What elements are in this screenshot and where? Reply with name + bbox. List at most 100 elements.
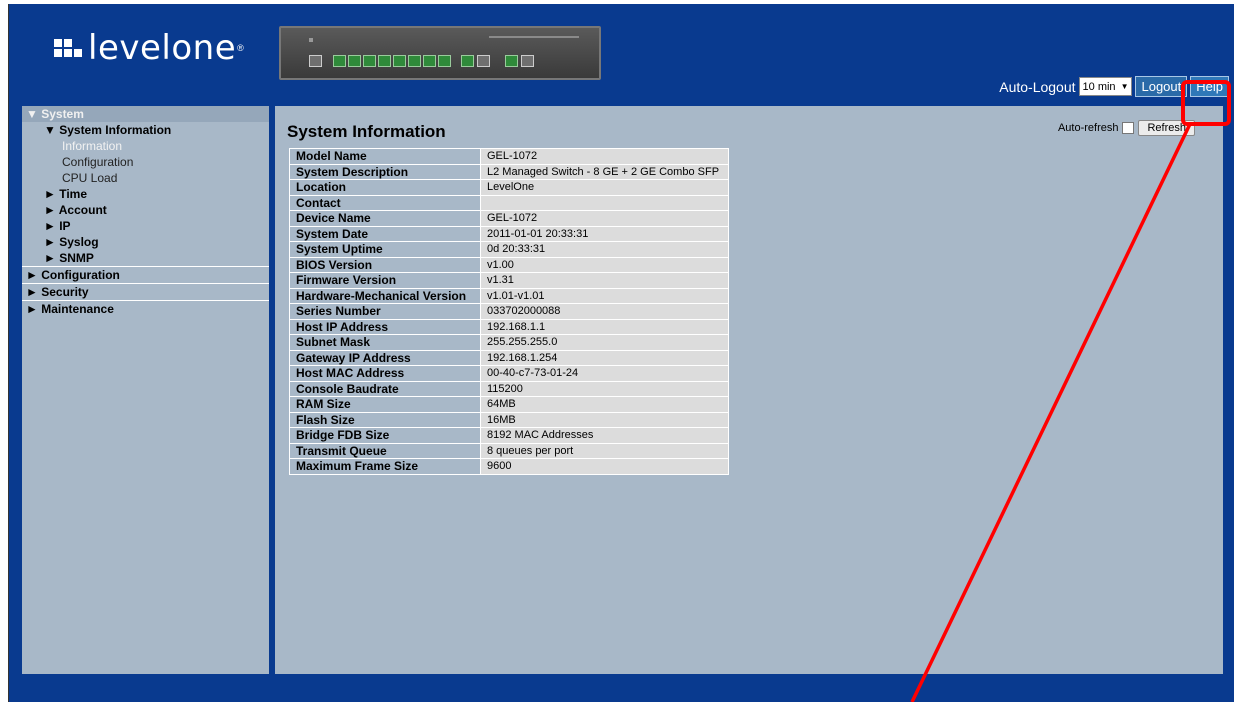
sfp-port	[521, 55, 534, 67]
sidebar-item-account[interactable]: ► Account	[22, 202, 269, 218]
table-row: Location LevelOne	[289, 179, 729, 196]
sidebar-item-configuration-sub[interactable]: Configuration	[22, 154, 269, 170]
field-value: 192.168.1.254	[480, 349, 729, 366]
table-row: System Uptime 0d 20:33:31	[289, 241, 729, 258]
table-row: Subnet Mask 255.255.255.0	[289, 334, 729, 351]
table-row: Bridge FDB Size 8192 MAC Addresses	[289, 427, 729, 444]
sidebar-item-information[interactable]: Information	[22, 138, 269, 154]
brand-reg-mark: ®	[237, 43, 245, 53]
main-panel: System Information Auto-refresh Refresh …	[275, 106, 1223, 674]
table-row: Host IP Address 192.168.1.1	[289, 318, 729, 335]
field-value: 033702000088	[480, 303, 729, 320]
ethernet-port	[393, 55, 406, 67]
field-label: Host MAC Address	[289, 365, 481, 382]
sidebar-item-maintenance[interactable]: ► Maintenance	[22, 300, 269, 317]
auto-logout-label: Auto-Logout	[999, 78, 1076, 95]
table-row: Device Name GEL-1072	[289, 210, 729, 227]
field-value: 8192 MAC Addresses	[480, 427, 729, 444]
field-value	[480, 194, 729, 211]
ethernet-port	[363, 55, 376, 67]
field-label: System Date	[289, 225, 481, 242]
field-value: 2011-01-01 20:33:31	[480, 225, 729, 242]
field-value: 255.255.255.0	[480, 334, 729, 351]
sidebar-item-syslog[interactable]: ► Syslog	[22, 234, 269, 250]
field-label: Firmware Version	[289, 272, 481, 289]
field-label: Contact	[289, 194, 481, 211]
ethernet-port	[438, 55, 451, 67]
table-row: RAM Size 64MB	[289, 396, 729, 413]
field-value: 9600	[480, 458, 729, 475]
table-row: BIOS Version v1.00	[289, 256, 729, 273]
field-label: Series Number	[289, 303, 481, 320]
sidebar-item-cpu-load[interactable]: CPU Load	[22, 170, 269, 186]
table-row: Contact	[289, 194, 729, 211]
field-value: 192.168.1.1	[480, 318, 729, 335]
switch-front-panel-image	[279, 26, 601, 80]
field-label: System Uptime	[289, 241, 481, 258]
logout-button[interactable]: Logout	[1135, 76, 1188, 97]
sidebar-item-snmp[interactable]: ► SNMP	[22, 250, 269, 266]
auto-logout-value: 10 min	[1082, 80, 1116, 93]
ethernet-port	[505, 55, 518, 67]
field-label: Bridge FDB Size	[289, 427, 481, 444]
sidebar-item-time[interactable]: ► Time	[22, 186, 269, 202]
ethernet-port	[408, 55, 421, 67]
field-label: Flash Size	[289, 411, 481, 428]
field-value: v1.31	[480, 272, 729, 289]
auto-refresh-label: Auto-refresh	[1057, 122, 1119, 134]
auto-refresh-checkbox[interactable]	[1122, 122, 1135, 134]
field-value: v1.01-v1.01	[480, 287, 729, 304]
help-highlight-box	[1181, 80, 1231, 126]
brand-logo: levelone ®	[54, 28, 244, 68]
panel-label-strip	[489, 36, 579, 38]
field-value: 8 queues per port	[480, 442, 729, 459]
table-row: Gateway IP Address 192.168.1.254	[289, 349, 729, 366]
field-label: Maximum Frame Size	[289, 458, 481, 475]
field-label: Console Baudrate	[289, 380, 481, 397]
field-label: Gateway IP Address	[289, 349, 481, 366]
table-row: Hardware-Mechanical Version v1.01-v1.01	[289, 287, 729, 304]
refresh-controls: Auto-refresh Refresh	[1058, 120, 1195, 136]
field-label: Device Name	[289, 210, 481, 227]
ethernet-port	[333, 55, 346, 67]
field-value: LevelOne	[480, 179, 729, 196]
chevron-down-icon: ▼	[1120, 82, 1129, 91]
app-frame: levelone ® Auto-Logout 10 min ▼ Logout H…	[8, 4, 1234, 702]
field-value: GEL-1072	[480, 148, 729, 165]
field-value: v1.00	[480, 256, 729, 273]
levelone-logo-icon	[54, 39, 82, 57]
table-row: System Description L2 Managed Switch - 8 …	[289, 163, 729, 180]
field-value: 64MB	[480, 396, 729, 413]
field-label: Model Name	[289, 148, 481, 165]
system-info-table: Model Name GEL-1072 System Description L2 M…	[289, 148, 729, 475]
field-value: GEL-1072	[480, 210, 729, 227]
console-port	[309, 55, 322, 67]
sidebar-item-configuration[interactable]: ► Configuration	[22, 266, 269, 283]
field-label: Host IP Address	[289, 318, 481, 335]
sidebar-item-security[interactable]: ► Security	[22, 283, 269, 300]
ethernet-port	[378, 55, 391, 67]
field-value: 00-40-c7-73-01-24	[480, 365, 729, 382]
table-row: Model Name GEL-1072	[289, 148, 729, 165]
ethernet-port	[423, 55, 436, 67]
table-row: Firmware Version v1.31	[289, 272, 729, 289]
header: levelone ® Auto-Logout 10 min ▼ Logout H…	[9, 4, 1234, 106]
field-label: RAM Size	[289, 396, 481, 413]
ethernet-port	[461, 55, 474, 67]
sidebar-item-system[interactable]: ▼ System	[22, 106, 269, 122]
brand-name: levelone	[88, 28, 237, 68]
sidebar-item-ip[interactable]: ► IP	[22, 218, 269, 234]
field-label: System Description	[289, 163, 481, 180]
auto-logout-select[interactable]: 10 min ▼	[1078, 77, 1133, 96]
field-label: Transmit Queue	[289, 442, 481, 459]
ethernet-port	[348, 55, 361, 67]
table-row: System Date 2011-01-01 20:33:31	[289, 225, 729, 242]
field-label: Subnet Mask	[289, 334, 481, 351]
field-value: 115200	[480, 380, 729, 397]
table-row: Maximum Frame Size 9600	[289, 458, 729, 475]
table-row: Console Baudrate 115200	[289, 380, 729, 397]
field-label: BIOS Version	[289, 256, 481, 273]
sidebar-nav: ▼ System ▼ System Information Informatio…	[22, 106, 269, 674]
sidebar-item-system-information[interactable]: ▼ System Information	[22, 122, 269, 138]
field-value: 0d 20:33:31	[480, 241, 729, 258]
